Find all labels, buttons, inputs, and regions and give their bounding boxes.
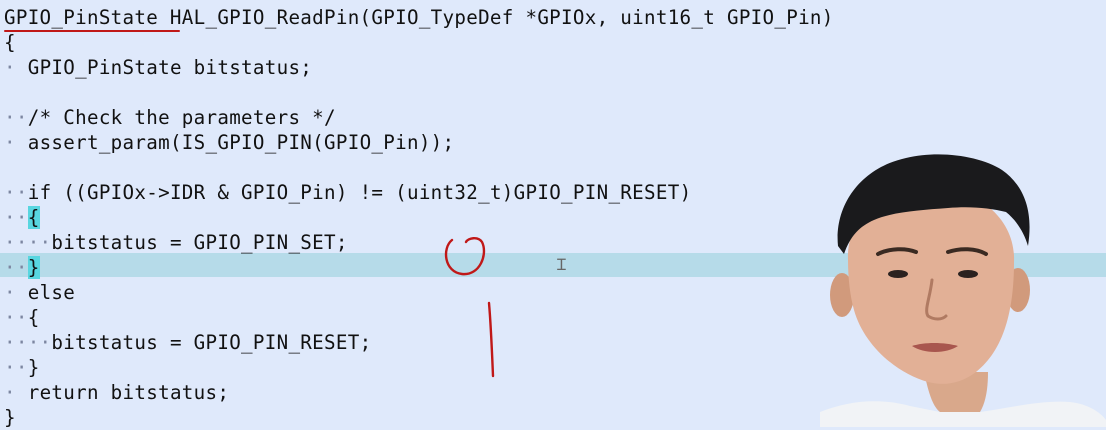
code-line-15[interactable]: ··}	[4, 355, 40, 380]
else-keyword: else	[27, 281, 76, 304]
code-line-1[interactable]: GPIO_PinState HAL_GPIO_ReadPin(GPIO_Type…	[4, 5, 834, 30]
open-brace: {	[27, 306, 40, 329]
red-underline-annotation	[4, 30, 180, 32]
code-line-6[interactable]: · assert_param(IS_GPIO_PIN(GPIO_Pin));	[4, 130, 454, 155]
code-line-14[interactable]: ····bitstatus = GPIO_PIN_RESET;	[4, 330, 371, 355]
assert-statement: assert_param(IS_GPIO_PIN(GPIO_Pin));	[27, 131, 455, 154]
code-line-9[interactable]: ··{	[4, 205, 40, 230]
presenter-video-overlay	[820, 154, 1106, 427]
text-cursor-icon: Ɪ	[557, 255, 566, 274]
variable-declaration: GPIO_PinState bitstatus;	[27, 56, 313, 79]
code-line-8[interactable]: ··if ((GPIOx->IDR & GPIO_Pin) != (uint32…	[4, 180, 691, 205]
matched-open-brace: {	[27, 206, 40, 229]
code-line-12[interactable]: · else	[4, 280, 75, 305]
matched-close-brace: }	[27, 256, 40, 279]
assign-pin-set: bitstatus = GPIO_PIN_SET;	[51, 231, 348, 254]
open-brace: {	[4, 31, 16, 54]
code-line-17[interactable]: }	[4, 405, 16, 430]
if-condition: if ((GPIOx->IDR & GPIO_Pin) != (uint32_t…	[27, 181, 692, 204]
code-line-11[interactable]: ··}	[4, 255, 40, 280]
code-line-3[interactable]: · GPIO_PinState bitstatus;	[4, 55, 312, 80]
return-statement: return bitstatus;	[27, 381, 230, 404]
code-line-2[interactable]: {	[4, 30, 16, 55]
code-line-13[interactable]: ··{	[4, 305, 40, 330]
function-signature: GPIO_PinState HAL_GPIO_ReadPin(GPIO_Type…	[4, 6, 834, 29]
code-line-5[interactable]: ··/* Check the parameters */	[4, 105, 336, 130]
close-brace: }	[27, 356, 40, 379]
red-circle-annotation	[444, 237, 486, 276]
comment: /* Check the parameters */	[27, 106, 336, 129]
code-line-16[interactable]: · return bitstatus;	[4, 380, 229, 405]
close-brace: }	[4, 406, 16, 429]
code-line-10[interactable]: ····bitstatus = GPIO_PIN_SET;	[4, 230, 348, 255]
red-vertical-stroke-annotation	[487, 301, 495, 378]
assign-pin-reset: bitstatus = GPIO_PIN_RESET;	[51, 331, 372, 354]
